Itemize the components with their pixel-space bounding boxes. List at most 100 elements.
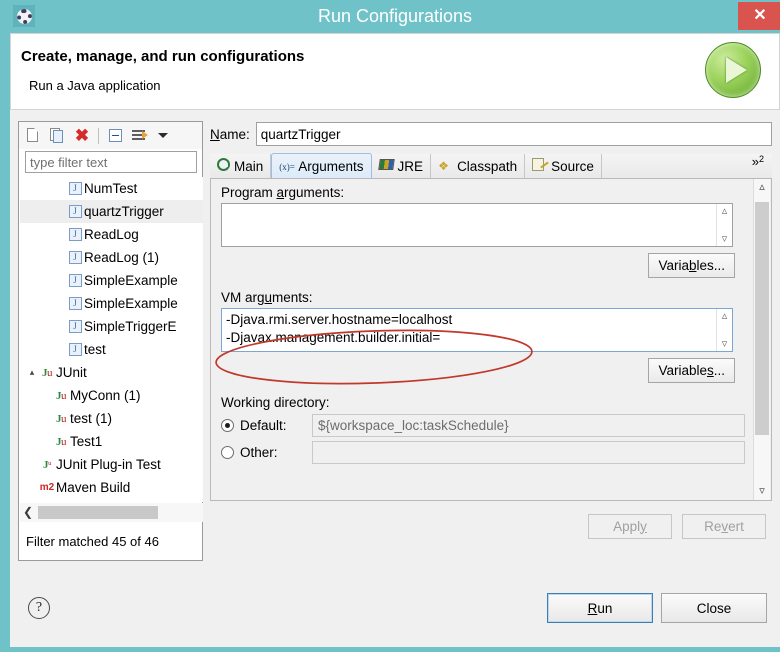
- filter-icon[interactable]: [129, 125, 150, 146]
- default-radio[interactable]: [221, 419, 234, 432]
- tree-item-label: ReadLog: [84, 227, 139, 242]
- tree-item-label: JUnit: [56, 365, 87, 380]
- vm-arguments-line-1: -Djava.rmi.server.hostname=localhost: [226, 312, 453, 327]
- tree-item-readlog-1[interactable]: J ReadLog (1): [20, 246, 203, 269]
- scroll-up-icon[interactable]: ▵: [722, 311, 728, 322]
- tab-label: Classpath: [457, 158, 518, 174]
- tab-label: Arguments: [298, 158, 364, 174]
- tree-item-junit-plug-in-test[interactable]: Jᵘ JUnit Plug-in Test: [20, 453, 203, 476]
- tab-overflow-chevrons: »: [751, 154, 759, 169]
- working-directory-other-row[interactable]: Other:: [221, 441, 745, 464]
- tab-content-scrollbar[interactable]: ▵ ▿: [753, 179, 770, 500]
- tab-main[interactable]: Main: [210, 154, 272, 178]
- vm-arguments-variables-button[interactable]: Variables...: [648, 358, 735, 383]
- tree-item-numtest[interactable]: J NumTest: [20, 177, 203, 200]
- tree-horizontal-scrollbar[interactable]: ❮: [20, 503, 203, 522]
- configuration-name-input[interactable]: [255, 122, 772, 146]
- name-row: Name:: [210, 121, 772, 147]
- scroll-left-icon[interactable]: ❮: [20, 504, 36, 521]
- help-icon[interactable]: ?: [28, 597, 50, 619]
- scroll-down-icon[interactable]: ▿: [722, 234, 728, 245]
- configurations-tree[interactable]: J NumTest JquartzTrigger J ReadLog J ReadLog (…: [20, 177, 203, 502]
- main-tab-icon: [217, 158, 230, 174]
- tree-item-label: SimpleTriggerE: [84, 319, 177, 334]
- java-application-icon: J: [66, 274, 84, 287]
- program-arguments-scrollbar[interactable]: ▵ ▿: [716, 204, 732, 246]
- tab-source[interactable]: Source: [525, 154, 602, 178]
- tree-item-osgi-framework[interactable]: ⚙OSGi Framework: [20, 499, 203, 502]
- tree-item-test-1[interactable]: Ju test (1): [20, 407, 203, 430]
- revert-button[interactable]: Revert: [682, 513, 766, 539]
- tab-arguments[interactable]: (x)= Arguments: [271, 153, 372, 178]
- tree-item-readlog[interactable]: J ReadLog: [20, 223, 203, 246]
- arguments-tab-icon: (x)=: [279, 161, 295, 172]
- new-launch-configuration-icon[interactable]: [23, 125, 44, 146]
- scroll-up-icon[interactable]: ▵: [722, 206, 728, 217]
- junit-icon: Ju: [42, 366, 53, 379]
- maven-icon: m2: [39, 482, 55, 493]
- other-directory-input[interactable]: [312, 441, 745, 464]
- tab-overflow-button[interactable]: » 2: [746, 154, 772, 178]
- close-button[interactable]: Close: [661, 593, 767, 623]
- working-directory-default-row[interactable]: Default: ${workspace_loc:taskSchedule}: [221, 414, 745, 437]
- configurations-tree-pane: ✖ JNumTestJquartzTriggerJReadLogJReadLog…: [18, 121, 203, 561]
- java-application-icon: J: [66, 182, 84, 195]
- tab-label: Source: [551, 158, 594, 174]
- tree-item-label: Test1: [70, 434, 103, 449]
- chevron-down-icon[interactable]: [153, 125, 174, 146]
- tree-item-maven-build[interactable]: m2 Maven Build: [20, 476, 203, 499]
- program-arguments-input[interactable]: ▵ ▿: [221, 203, 733, 247]
- window-close-button[interactable]: ✕: [738, 2, 780, 30]
- tree-item-junit[interactable]: ▴ Ju JUnit: [20, 361, 203, 384]
- java-application-icon: J: [66, 320, 84, 333]
- other-label: Other:: [240, 445, 278, 460]
- java-application-icon: J: [66, 228, 84, 241]
- default-directory-value: ${workspace_loc:taskSchedule}: [312, 414, 745, 437]
- delete-icon[interactable]: ✖: [71, 125, 92, 146]
- java-application-icon: J: [66, 343, 84, 356]
- filter-status-text: Filter matched 45 of 46: [26, 533, 159, 549]
- toolbar-divider: [98, 127, 99, 144]
- other-radio[interactable]: [221, 446, 234, 459]
- apply-button[interactable]: Apply: [588, 513, 672, 539]
- tree-item-test[interactable]: Jtest: [20, 338, 203, 361]
- program-arguments-variables-button[interactable]: Variables...: [648, 253, 735, 278]
- collapse-all-icon[interactable]: [105, 125, 126, 146]
- tree-item-label: SimpleExample: [84, 273, 178, 288]
- vm-arguments-line-2: -Djavax.management.builder.initial=: [226, 330, 441, 345]
- tree-item-test1[interactable]: Ju Test1: [20, 430, 203, 453]
- tree-item-simpleexample[interactable]: J SimpleExample: [20, 292, 203, 315]
- tree-twisty-icon[interactable]: ▴: [26, 367, 38, 378]
- scroll-down-icon[interactable]: ▿: [722, 339, 728, 350]
- tree-item-simpleexample[interactable]: J SimpleExample: [20, 269, 203, 292]
- dialog-header: Create, manage, and run configurations R…: [10, 33, 780, 110]
- tree-item-label: NumTest: [84, 181, 138, 196]
- filter-input[interactable]: [25, 151, 197, 173]
- run-play-icon: [705, 42, 761, 98]
- source-tab-icon: [532, 157, 547, 175]
- tab-bar: Main (x)= Arguments JRE ❖ Classpath Source » 2: [210, 153, 772, 179]
- run-button[interactable]: Run: [547, 593, 653, 623]
- duplicate-icon[interactable]: [47, 125, 68, 146]
- scroll-track[interactable]: [754, 196, 770, 483]
- tree-item-label: ReadLog (1): [84, 250, 160, 265]
- header-title: Create, manage, and run configurations: [21, 48, 305, 65]
- scroll-thumb[interactable]: [38, 506, 158, 519]
- scroll-down-icon[interactable]: ▿: [754, 483, 770, 500]
- tab-overflow-count: 2: [758, 154, 764, 164]
- tree-item-simpletriggere[interactable]: J SimpleTriggerE: [20, 315, 203, 338]
- tree-item-myconn-1[interactable]: Ju MyConn (1): [20, 384, 203, 407]
- tab-classpath[interactable]: ❖ Classpath: [431, 154, 526, 178]
- java-application-icon: J: [66, 205, 84, 218]
- jre-tab-icon: [377, 157, 395, 175]
- classpath-tab-icon: ❖: [438, 159, 449, 173]
- scroll-thumb[interactable]: [755, 202, 769, 435]
- tab-jre[interactable]: JRE: [372, 154, 432, 178]
- tab-label: Main: [234, 158, 264, 174]
- tree-item-quartztrigger[interactable]: JquartzTrigger: [20, 200, 203, 223]
- vm-arguments-scrollbar[interactable]: ▵ ▿: [716, 309, 732, 351]
- vm-arguments-input[interactable]: -Djava.rmi.server.hostname=localhost -Dj…: [221, 308, 733, 352]
- run-configurations-dialog: Run Configurations ✕ Create, manage, and…: [0, 0, 780, 652]
- scroll-up-icon[interactable]: ▵: [754, 179, 770, 196]
- program-arguments-label: Program arguments:: [221, 185, 345, 200]
